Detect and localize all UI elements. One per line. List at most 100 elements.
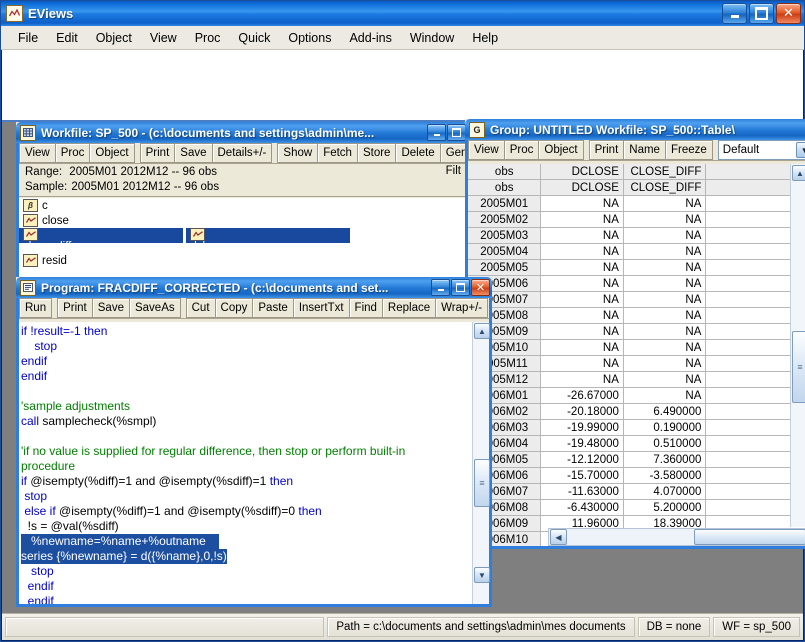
code-line[interactable]: stop (21, 339, 473, 354)
workfile-minimize-button[interactable] (427, 124, 446, 141)
program-inserttxt-button[interactable]: InsertTxt (293, 298, 350, 318)
scroll-left-icon[interactable]: ◀ (550, 529, 567, 545)
maximize-button[interactable] (749, 3, 774, 24)
scroll-up-icon[interactable]: ▲ (474, 323, 490, 339)
workfile-genr-button[interactable]: Genr (440, 143, 465, 163)
table-row[interactable]: 2005M10 NA NA (468, 340, 805, 356)
workfile-delete-button[interactable]: Delete (396, 143, 441, 163)
code-line[interactable]: stop (21, 489, 473, 504)
table-row[interactable]: 2006M08 -6.430000 5.200000 (468, 500, 805, 516)
group-object-button[interactable]: Object (539, 140, 584, 160)
program-close-button[interactable]: ✕ (471, 279, 490, 296)
table-row[interactable]: 2005M12 NA NA (468, 372, 805, 388)
minimize-button[interactable] (722, 3, 747, 24)
table-row[interactable]: 2005M05 NA NA (468, 260, 805, 276)
group-proc-button[interactable]: Proc (504, 140, 540, 160)
menu-object[interactable]: Object (87, 28, 141, 48)
workfile-proc-button[interactable]: Proc (55, 143, 91, 163)
group-view-button[interactable]: View (468, 140, 505, 160)
program-cut-button[interactable]: Cut (185, 298, 216, 318)
group-window[interactable]: G Group: UNTITLED Workfile: SP_500::Tabl… (465, 119, 805, 549)
program-print-button[interactable]: Print (57, 298, 93, 318)
code-line[interactable]: endif (21, 594, 473, 604)
table-row[interactable]: 2005M07 NA NA (468, 292, 805, 308)
workfile-object-list[interactable]: β c close close_diff dclose resid (19, 198, 465, 289)
code-line[interactable]: !s = @val(%sdiff) (21, 519, 473, 534)
program-maximize-button[interactable] (451, 279, 470, 296)
program-copy-button[interactable]: Copy (215, 298, 254, 318)
code-line[interactable]: if !result=-1 then (21, 324, 473, 339)
workfile-object-resid[interactable]: resid (19, 253, 465, 268)
workfile-window[interactable]: Workfile: SP_500 - (c:\documents and set… (16, 122, 468, 292)
table-row[interactable]: 2006M04 -19.48000 0.510000 (468, 436, 805, 452)
table-row[interactable]: obs DCLOSE CLOSE_DIFF (468, 180, 805, 196)
menu-proc[interactable]: Proc (186, 28, 230, 48)
program-minimize-button[interactable] (431, 279, 450, 296)
workfile-object-dclose[interactable]: dclose (186, 228, 351, 253)
code-line[interactable]: 'sample adjustments (21, 399, 473, 414)
program-saveas-button[interactable]: SaveAs (129, 298, 181, 318)
program-find-button[interactable]: Find (349, 298, 383, 318)
group-view-select[interactable]: Default ▼ (717, 140, 805, 160)
workfile-store-button[interactable]: Store (357, 143, 397, 163)
group-data-grid[interactable]: obs DCLOSE CLOSE_DIFF obs DCLOSE CLOSE_DIF… (468, 164, 805, 546)
menu-quick[interactable]: Quick (229, 28, 279, 48)
code-line[interactable] (21, 429, 473, 444)
code-line[interactable]: endif (21, 579, 473, 594)
program-paste-button[interactable]: Paste (253, 298, 294, 318)
table-row[interactable]: 2006M02 -20.18000 6.490000 (468, 404, 805, 420)
scroll-up-icon[interactable]: ▲ (792, 165, 805, 181)
table-row[interactable]: 2005M09 NA NA (468, 324, 805, 340)
workfile-fetch-button[interactable]: Fetch (318, 143, 358, 163)
code-line[interactable]: endif (21, 354, 473, 369)
program-save-button[interactable]: Save (92, 298, 130, 318)
group-horizontal-scrollbar[interactable]: ◀ (548, 528, 805, 546)
group-name-button[interactable]: Name (624, 140, 666, 160)
group-vertical-scrollbar[interactable]: ▲ ≡ (790, 164, 805, 527)
group-scroll-thumb[interactable]: ≡ (792, 331, 805, 403)
table-row[interactable]: 2005M04 NA NA (468, 244, 805, 260)
program-replace-button[interactable]: Replace (382, 298, 437, 318)
workfile-maximize-button[interactable] (447, 124, 466, 141)
table-row[interactable]: 2006M06 -15.70000 -3.580000 (468, 468, 805, 484)
group-print-button[interactable]: Print (588, 140, 625, 160)
program-wrap-button[interactable]: Wrap+/- (436, 298, 489, 318)
code-line[interactable]: procedure (21, 459, 473, 474)
table-row[interactable]: 2006M07 -11.63000 4.070000 (468, 484, 805, 500)
workfile-save-button[interactable]: Save (175, 143, 213, 163)
code-line[interactable] (21, 384, 473, 399)
code-line[interactable]: if @isempty(%diff)=1 and @isempty(%sdiff… (21, 474, 473, 489)
table-row[interactable]: 2006M03 -19.99000 0.190000 (468, 420, 805, 436)
workfile-print-button[interactable]: Print (139, 143, 176, 163)
program-run-button[interactable]: Run (19, 298, 53, 318)
code-line[interactable]: endif (21, 369, 473, 384)
workfile-show-button[interactable]: Show (277, 143, 319, 163)
program-vertical-scrollbar[interactable]: ▲ ≡ ▼ (472, 322, 490, 604)
table-row[interactable]: 2005M02 NA NA (468, 212, 805, 228)
code-line[interactable]: series {%newname} = d({%name},0,!s) (21, 549, 473, 564)
code-line[interactable]: call samplecheck(%smpl) (21, 414, 473, 429)
program-scroll-thumb[interactable]: ≡ (474, 459, 490, 507)
workfile-object-c[interactable]: β c (19, 198, 465, 213)
program-code-editor[interactable]: if !result=-1 then stop endif endif'sample… (19, 322, 473, 604)
menu-options[interactable]: Options (279, 28, 340, 48)
menu-file[interactable]: File (9, 28, 47, 48)
workfile-object-close-diff[interactable]: close_diff (19, 228, 183, 253)
group-hscroll-thumb[interactable] (694, 529, 805, 545)
close-button[interactable]: ✕ (776, 3, 801, 24)
workfile-object-close[interactable]: close (19, 213, 465, 228)
workfile-details-button[interactable]: Details+/- (212, 143, 273, 163)
chevron-down-icon[interactable]: ▼ (795, 142, 805, 158)
code-line[interactable]: 'if no value is supplied for regular dif… (21, 444, 473, 459)
table-row[interactable]: 2005M06 NA NA (468, 276, 805, 292)
workfile-view-button[interactable]: View (19, 143, 56, 163)
menu-window[interactable]: Window (401, 28, 463, 48)
group-freeze-button[interactable]: Freeze (665, 140, 713, 160)
code-line[interactable]: else if @isempty(%diff)=1 and @isempty(%… (21, 504, 473, 519)
code-line[interactable]: stop (21, 564, 473, 579)
workfile-object-button[interactable]: Object (90, 143, 135, 163)
table-row[interactable]: 2005M03 NA NA (468, 228, 805, 244)
menu-view[interactable]: View (141, 28, 186, 48)
table-row[interactable]: 2005M11 NA NA (468, 356, 805, 372)
table-row[interactable]: 2005M01 NA NA (468, 196, 805, 212)
